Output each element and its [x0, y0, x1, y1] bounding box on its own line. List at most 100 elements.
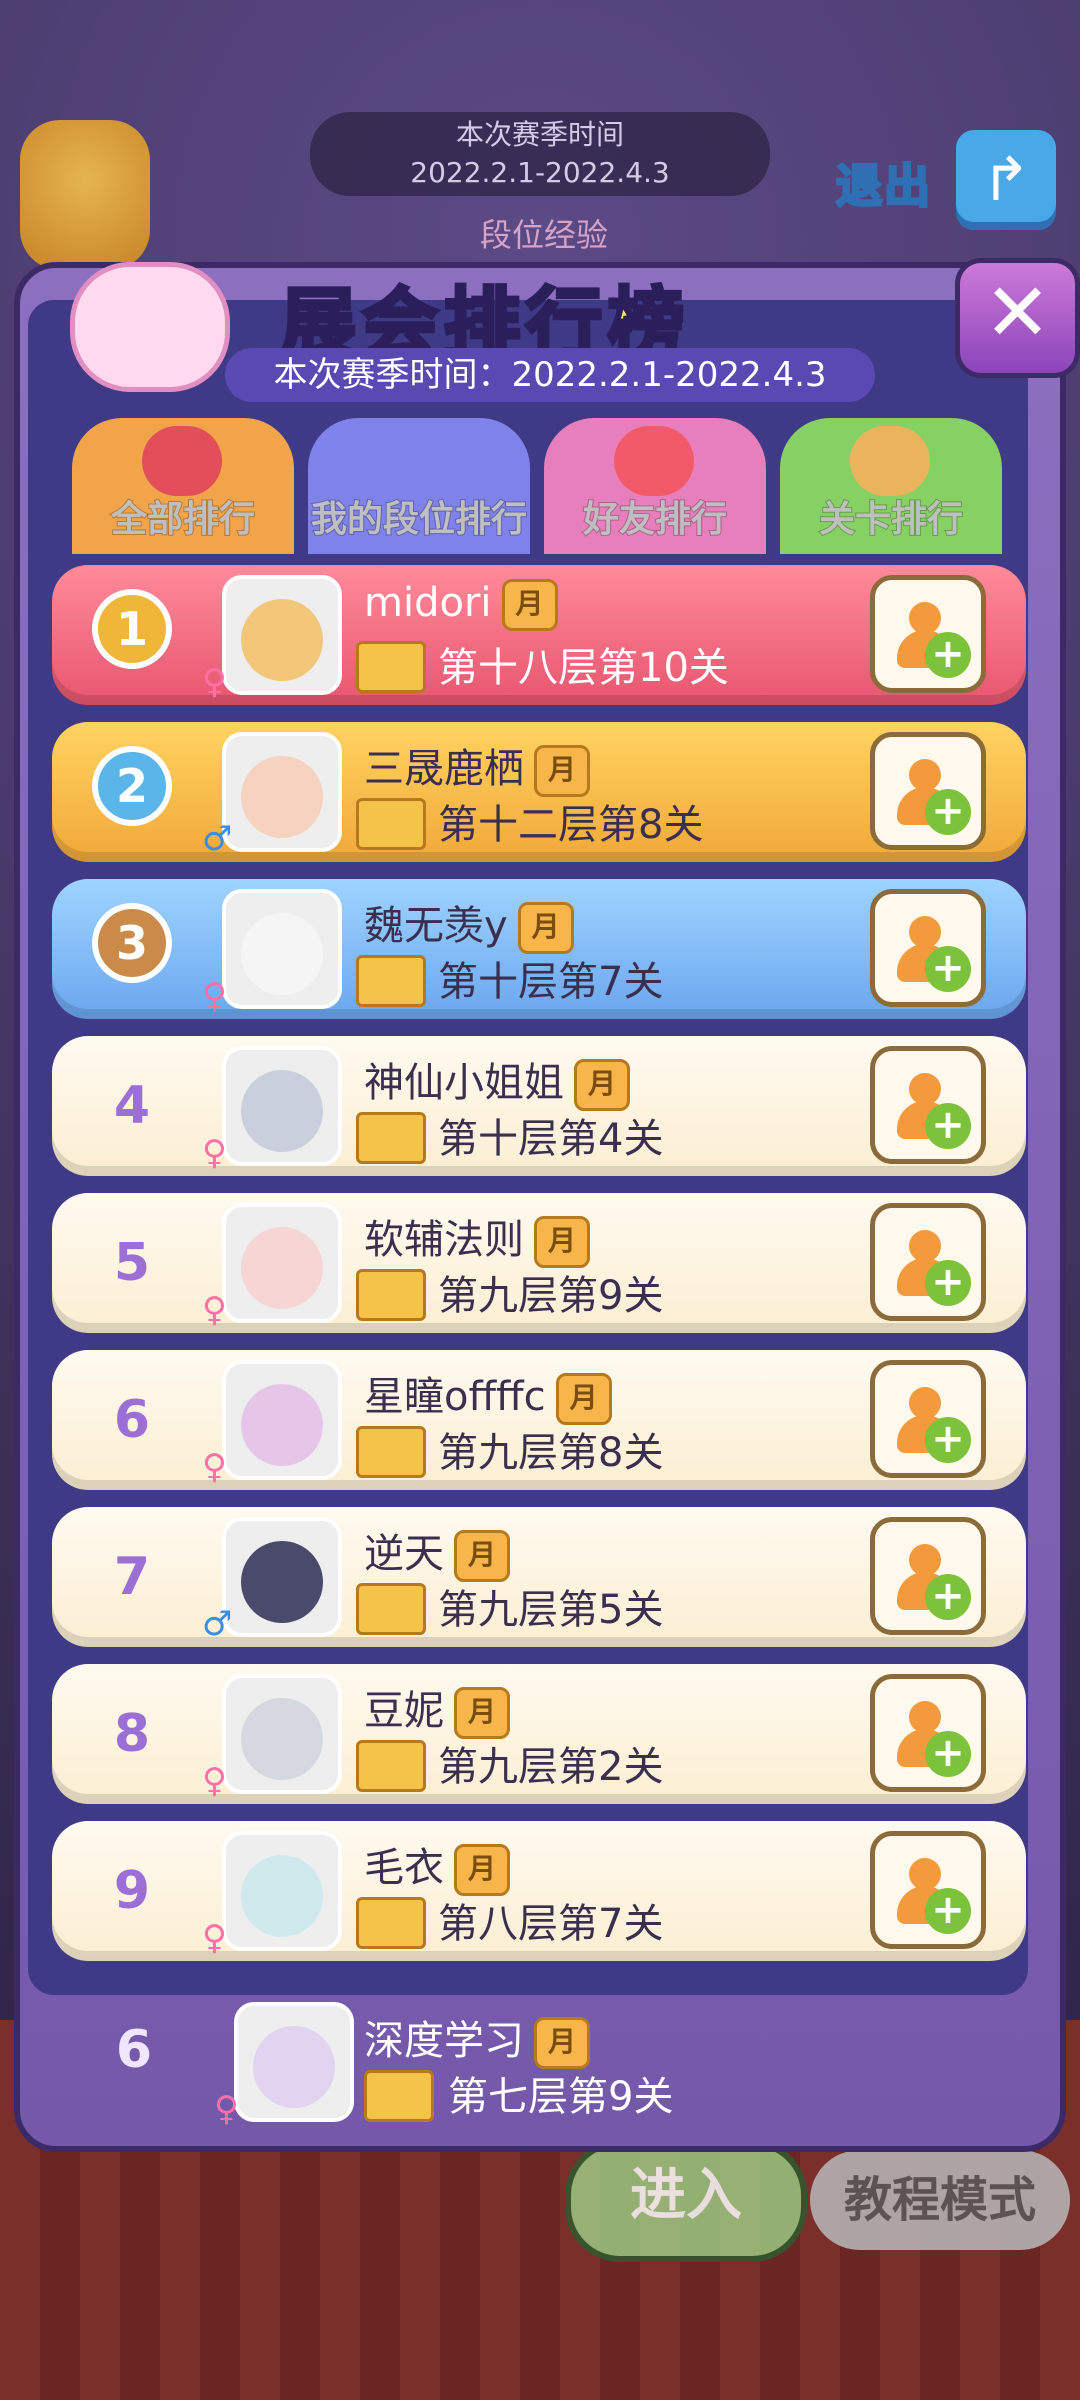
level-progress: 第八层第7关: [438, 1901, 664, 1947]
avatar[interactable]: [222, 1360, 342, 1480]
planet-icon: [142, 426, 222, 496]
tab-label: 关卡排行: [818, 498, 964, 541]
plus-icon: +: [925, 789, 971, 835]
avatar[interactable]: [222, 575, 342, 695]
tab-friend-ranking[interactable]: 好友排行: [544, 418, 766, 554]
castle-icon: [356, 1583, 426, 1635]
avatar[interactable]: [222, 732, 342, 852]
avatar[interactable]: [222, 1203, 342, 1323]
plus-icon: +: [925, 1260, 971, 1306]
avatar[interactable]: [234, 2002, 354, 2122]
player-name: 豆妮月: [364, 1678, 510, 1739]
plus-icon: +: [925, 1103, 971, 1149]
medal-rank: 1: [92, 589, 172, 669]
rank-number: 4: [113, 1076, 151, 1136]
my-rank-row: 6 ♀ 深度学习月 第七层第9关: [14, 1960, 1066, 2150]
player-name-text: 三晟鹿栖: [364, 746, 524, 792]
close-button[interactable]: ✕: [955, 258, 1080, 378]
level-progress: 第七层第9关: [448, 2074, 674, 2120]
player-name: 魏无羡y 月: [364, 893, 574, 954]
level-progress: 第九层第9关: [438, 1273, 664, 1319]
background-season-info: 本次赛季时间 2022.2.1-2022.4.3: [310, 112, 770, 196]
player-name: 逆天月: [364, 1521, 510, 1582]
moon-badge: 月: [574, 1059, 630, 1111]
plus-icon: +: [925, 1888, 971, 1934]
leaderboard-row: 3 ♀ 魏无羡y 月 第十层第7关 +: [52, 879, 1026, 1019]
tab-all-ranking[interactable]: 全部排行: [72, 418, 294, 554]
moon-badge: 月: [454, 1687, 510, 1739]
plus-icon: +: [925, 946, 971, 992]
exit-arrow-icon: ↱: [956, 130, 1056, 230]
player-name-text: 星瞳offffc: [364, 1374, 546, 1420]
castle-icon: [850, 426, 930, 496]
cat-mascot-icon: [70, 262, 230, 392]
add-friend-button[interactable]: +: [870, 1203, 986, 1321]
leaderboard-row: 1 ♀ midori 月 第十八层第10关 +: [52, 565, 1026, 705]
player-name-text: 魏无羡y: [364, 903, 508, 949]
rank-number: 7: [113, 1547, 151, 1607]
add-friend-button[interactable]: +: [870, 1046, 986, 1164]
add-friend-button[interactable]: +: [870, 575, 986, 693]
castle-icon: [364, 2070, 434, 2122]
player-name: 软辅法则月: [364, 1207, 590, 1268]
rank-number: 5: [113, 1233, 151, 1293]
male-icon: ♂: [202, 1604, 233, 1644]
tab-label: 我的段位排行: [310, 498, 528, 541]
leaderboard-row: 6 ♀ 星瞳offffc 月 第九层第8关 +: [52, 1350, 1026, 1490]
avatar[interactable]: [222, 889, 342, 1009]
player-name: 三晟鹿栖月: [364, 736, 590, 797]
level-progress: 第十八层第10关: [438, 645, 729, 691]
tab-label: 好友排行: [582, 498, 728, 541]
leaderboard-row: 2 ♂ 三晟鹿栖月 第十二层第8关 +: [52, 722, 1026, 862]
player-name: 深度学习月: [364, 2008, 590, 2069]
avatar[interactable]: [222, 1046, 342, 1166]
plus-icon: +: [925, 1574, 971, 1620]
castle-icon: [356, 1740, 426, 1792]
background-season-range: 2022.2.1-2022.4.3: [410, 156, 670, 189]
leaderboard-row: 5 ♀ 软辅法则月 第九层第9关 +: [52, 1193, 1026, 1333]
player-name-text: 豆妮: [364, 1688, 444, 1734]
moon-badge: 月: [517, 902, 574, 954]
male-icon: ♂: [202, 819, 233, 859]
rank-exp-label: 段位经验: [480, 216, 609, 254]
avatar[interactable]: [222, 1517, 342, 1637]
tab-my-rank[interactable]: 我的段位排行: [308, 418, 530, 554]
tab-label: 全部排行: [110, 498, 256, 541]
player-name: midori 月: [364, 579, 558, 631]
silver-medal-icon: 2: [82, 736, 182, 846]
add-friend-button[interactable]: +: [870, 889, 986, 1007]
exit-button[interactable]: 退出 ↱: [835, 130, 1056, 240]
level-progress: 第十二层第8关: [438, 802, 704, 848]
tutorial-mode-button[interactable]: 教程模式: [810, 2150, 1070, 2250]
add-friend-button[interactable]: +: [870, 1831, 986, 1949]
add-friend-button[interactable]: +: [870, 732, 986, 850]
leaderboard-row: 8 ♀ 豆妮月 第九层第2关 +: [52, 1664, 1026, 1804]
female-icon: ♀: [202, 1447, 227, 1487]
female-icon: ♀: [202, 976, 227, 1016]
avatar[interactable]: [222, 1831, 342, 1951]
add-friend-button[interactable]: +: [870, 1517, 986, 1635]
castle-icon: [356, 641, 426, 693]
medal-rank: 2: [92, 746, 172, 826]
plus-icon: +: [925, 1731, 971, 1777]
female-icon: ♀: [202, 1918, 227, 1958]
avatar[interactable]: [222, 1674, 342, 1794]
plus-icon: +: [925, 1417, 971, 1463]
level-progress: 第九层第8关: [438, 1430, 664, 1476]
enter-button[interactable]: 进入: [565, 2140, 807, 2262]
add-friend-button[interactable]: +: [870, 1674, 986, 1792]
season-time-bar: 本次赛季时间：2022.2.1-2022.4.3: [225, 348, 875, 402]
player-name: 毛衣月: [364, 1835, 510, 1896]
tab-level-ranking[interactable]: 关卡排行: [780, 418, 1002, 554]
castle-icon: [356, 1269, 426, 1321]
leaderboard-row: 4 ♀ 神仙小姐姐月 第十层第4关 +: [52, 1036, 1026, 1176]
rank-number: 9: [113, 1861, 151, 1921]
background-season-label: 本次赛季时间: [455, 118, 624, 151]
moon-badge: 月: [454, 1530, 510, 1582]
exit-label: 退出: [835, 158, 932, 215]
player-name-text: midori: [364, 580, 492, 626]
castle-icon: [356, 1897, 426, 1949]
gold-medal-icon: 1: [82, 579, 182, 689]
trophy-icon: [20, 120, 150, 270]
add-friend-button[interactable]: +: [870, 1360, 986, 1478]
